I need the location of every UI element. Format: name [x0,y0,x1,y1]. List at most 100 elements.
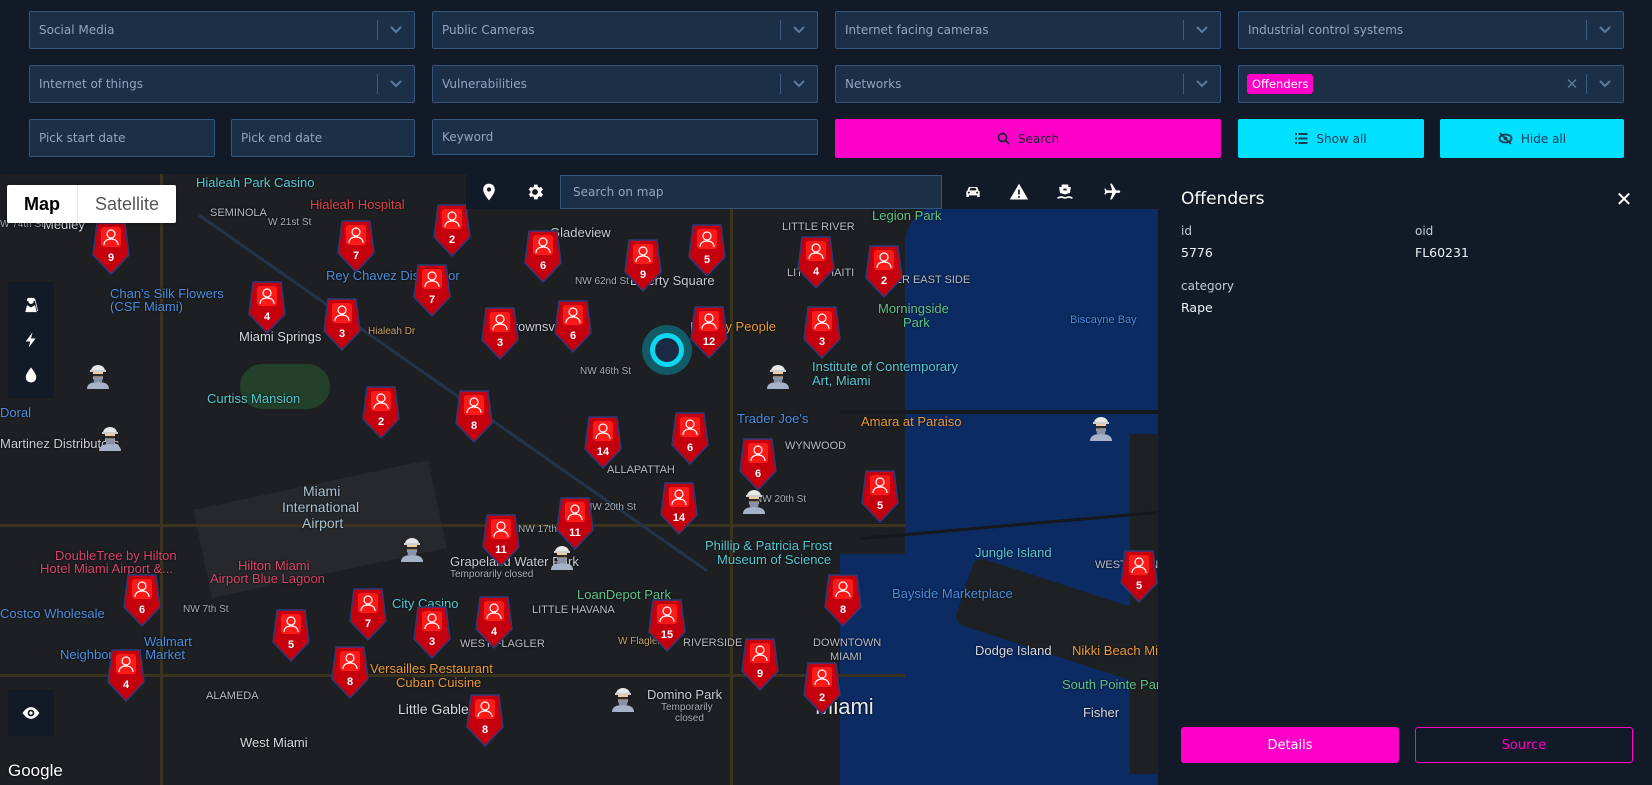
location-pin-button[interactable] [466,174,512,209]
map-place-label[interactable]: DOWNTOWN [813,637,881,649]
offender-cluster-marker[interactable]: 5 [861,468,899,524]
vulnerabilities-select[interactable]: Vulnerabilities [432,65,818,103]
close-icon[interactable]: ✕ [1611,186,1637,212]
offender-cluster-marker[interactable]: 4 [475,594,513,650]
offender-cluster-marker[interactable]: 4 [248,279,286,335]
networks-select[interactable]: Networks [835,65,1221,103]
map-place-label[interactable]: closed [675,713,704,724]
selected-offender-marker[interactable] [650,333,684,367]
offender-cluster-marker[interactable]: 14 [584,414,622,470]
map-place-label[interactable]: Cuban Cuisine [396,675,481,690]
search-button[interactable]: Search [835,119,1221,158]
social-media-select[interactable]: Social Media [29,11,415,49]
map-place-label[interactable]: Airport Blue Lagoon [210,571,325,586]
visibility-toggle-button[interactable] [8,690,54,736]
show-all-button[interactable]: Show all [1238,119,1424,158]
alerts-button[interactable] [996,174,1042,209]
offender-cluster-marker[interactable]: 5 [1120,548,1158,604]
chevron-down-icon[interactable] [1184,12,1220,48]
offender-cluster-marker[interactable]: 8 [331,644,369,700]
offender-cluster-marker[interactable]: 6 [524,228,562,284]
map-place-label[interactable]: Curtiss Mansion [207,391,300,406]
offender-cluster-marker[interactable]: 7 [349,586,387,642]
offender-cluster-marker[interactable]: 3 [481,305,519,361]
map-search-input[interactable]: Search on map [560,174,942,209]
map-place-label[interactable]: NW 62nd St [575,276,629,287]
industrial-control-systems-select[interactable]: Industrial control systems [1238,11,1624,49]
chevron-down-icon[interactable] [781,12,817,48]
offender-marker-icon[interactable] [610,685,636,713]
offender-cluster-marker[interactable]: 6 [123,572,161,628]
map-place-label[interactable]: Amara at Paraiso [861,414,961,429]
details-button[interactable]: Details [1181,727,1399,763]
offender-cluster-marker[interactable]: 2 [865,243,903,299]
chevron-down-icon[interactable] [378,12,414,48]
settings-button[interactable] [512,174,558,209]
map-place-label[interactable]: Nikki Beach Miami [1072,643,1158,658]
offender-cluster-marker[interactable]: 6 [739,436,777,492]
chevron-down-icon[interactable] [1587,66,1623,102]
map-place-label[interactable]: RIVERSIDE [683,637,742,649]
map-place-label[interactable]: Art, Miami [812,373,871,388]
offender-cluster-marker[interactable]: 2 [803,660,841,716]
chevron-down-icon[interactable] [1184,66,1220,102]
map-place-label[interactable]: Biscayne Bay [1070,314,1137,326]
offender-cluster-marker[interactable]: 8 [824,572,862,628]
map-place-label[interactable]: West Miami [240,735,308,750]
map-place-label[interactable]: Dodge Island [975,643,1052,658]
keyword-input[interactable]: Keyword [432,119,818,155]
map-place-label[interactable]: International [282,499,359,515]
map-place-label[interactable]: Hialeah Dr [368,326,415,337]
internet-facing-cameras-select[interactable]: Internet facing cameras [835,11,1221,49]
map-place-label[interactable]: Museum of Science [717,552,831,567]
offender-cluster-marker[interactable]: 5 [272,607,310,663]
map-place-label[interactable]: Bayside Marketplace [892,586,1013,601]
map-type-map[interactable]: Map [7,185,78,223]
flights-button[interactable] [1088,174,1134,209]
vehicles-button[interactable] [950,174,996,209]
offender-marker-icon[interactable] [1088,414,1114,442]
chevron-down-icon[interactable] [781,66,817,102]
chevron-down-icon[interactable] [378,66,414,102]
offender-cluster-marker[interactable]: 14 [660,480,698,536]
offender-marker-icon[interactable] [85,362,111,390]
offender-cluster-marker[interactable]: 7 [413,262,451,318]
map-canvas[interactable]: Hialeah Park Casino Hialeah Hospital SEMIN… [0,174,1158,785]
offender-cluster-marker[interactable]: 3 [413,604,451,660]
map-place-label[interactable]: Miami [303,483,340,499]
map-place-label[interactable]: Jungle Island [975,545,1052,560]
offender-cluster-marker[interactable]: 4 [107,647,145,703]
map-place-label[interactable]: Airport [302,515,343,531]
offender-cluster-marker[interactable]: 6 [554,298,592,354]
offender-cluster-marker[interactable]: 9 [624,237,662,293]
offender-cluster-marker[interactable]: 9 [741,636,779,692]
map-place-label[interactable]: Little Gables [398,701,476,717]
offender-cluster-marker[interactable]: 9 [92,220,130,276]
hide-all-button[interactable]: Hide all [1440,119,1624,158]
map-place-label[interactable]: Trader Joe's [737,411,808,426]
end-date-input[interactable]: Pick end date [231,119,415,157]
map-place-label[interactable]: Temporarily closed [450,569,533,580]
map-place-label[interactable]: ALAMEDA [206,690,259,702]
offender-cluster-marker[interactable]: 4 [797,234,835,290]
offender-cluster-marker[interactable]: 2 [362,384,400,440]
offender-marker-icon[interactable] [97,424,123,452]
map-place-label[interactable]: South Pointe Park [1062,677,1158,692]
selected-tag-offenders[interactable]: Offenders [1247,74,1314,94]
offender-marker-icon[interactable] [399,535,425,563]
offenders-select[interactable]: Offenders ✕ [1238,65,1624,103]
map-place-label[interactable]: W 21st St [268,217,311,228]
map-place-label[interactable]: LITTLE RIVER [782,221,855,233]
internet-of-things-select[interactable]: Internet of things [29,65,415,103]
offender-cluster-marker[interactable]: 6 [671,410,709,466]
police-officer-icon[interactable] [22,296,40,314]
offender-cluster-marker[interactable]: 7 [337,218,375,274]
lightning-icon[interactable] [22,331,40,349]
ships-button[interactable] [1042,174,1088,209]
offender-cluster-marker[interactable]: 3 [323,296,361,352]
map-place-label[interactable]: Legion Park [872,208,941,223]
offender-marker-icon[interactable] [765,362,791,390]
map-place-label[interactable]: Fisher [1083,705,1119,720]
offender-cluster-marker[interactable]: 8 [466,692,504,748]
map-place-label[interactable]: Temporarily [661,702,713,713]
